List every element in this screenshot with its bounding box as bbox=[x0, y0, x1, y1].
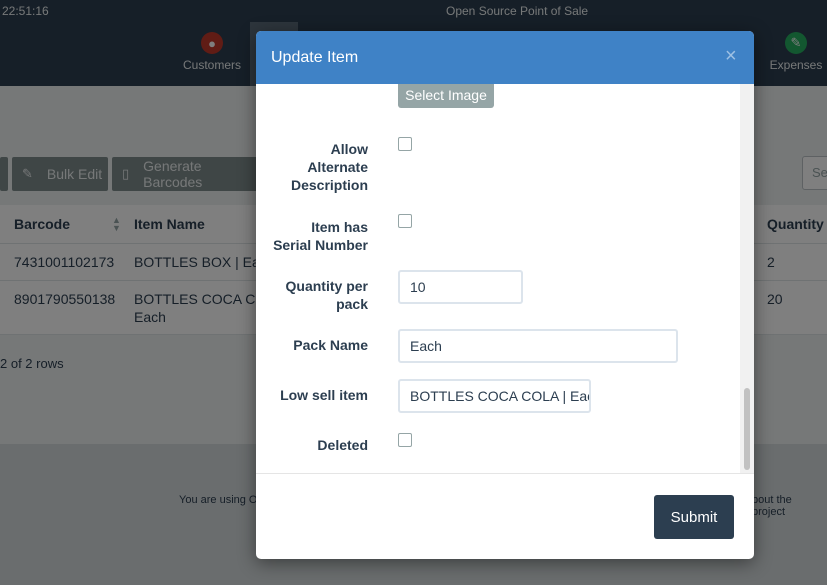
close-icon[interactable]: × bbox=[725, 45, 737, 68]
modal-footer-divider bbox=[256, 473, 754, 474]
serial-number-checkbox[interactable] bbox=[398, 214, 412, 228]
label-line: pack bbox=[336, 296, 368, 312]
label-line: Item has bbox=[311, 219, 368, 235]
scrollbar-thumb[interactable] bbox=[744, 388, 750, 470]
deleted-label: Deleted bbox=[317, 437, 368, 453]
modal-header: Update Item × bbox=[256, 31, 754, 84]
pack-name-label: Pack Name bbox=[293, 337, 368, 353]
label-line: Alternate bbox=[307, 159, 368, 175]
label-line: Serial Number bbox=[273, 237, 368, 253]
low-sell-item-input[interactable]: BOTTLES COCA COLA | Each bbox=[398, 379, 591, 413]
select-image-label: Select Image bbox=[405, 87, 487, 103]
serial-number-label: Item has Serial Number bbox=[273, 218, 368, 254]
submit-label: Submit bbox=[670, 508, 718, 526]
pack-name-input[interactable]: Each bbox=[398, 329, 678, 363]
label-line: Allow bbox=[330, 141, 368, 157]
allow-alt-description-checkbox[interactable] bbox=[398, 137, 412, 151]
modal-body[interactable]: Select Image Allow Alternate Description… bbox=[256, 84, 754, 473]
qty-per-pack-label: Quantity per pack bbox=[286, 277, 368, 313]
update-item-modal: Update Item × Select Image Allow Alterna… bbox=[256, 31, 754, 559]
qty-per-pack-input[interactable]: 10 bbox=[398, 270, 523, 304]
modal-title: Update Item bbox=[271, 49, 359, 66]
select-image-button[interactable]: Select Image bbox=[398, 84, 494, 108]
low-sell-item-label: Low sell item bbox=[280, 387, 368, 403]
submit-button[interactable]: Submit bbox=[654, 495, 734, 539]
allow-alt-description-label: Allow Alternate Description bbox=[291, 140, 368, 194]
label-line: Description bbox=[290, 177, 368, 193]
label-line: Quantity per bbox=[285, 278, 368, 294]
deleted-checkbox[interactable] bbox=[398, 433, 412, 447]
